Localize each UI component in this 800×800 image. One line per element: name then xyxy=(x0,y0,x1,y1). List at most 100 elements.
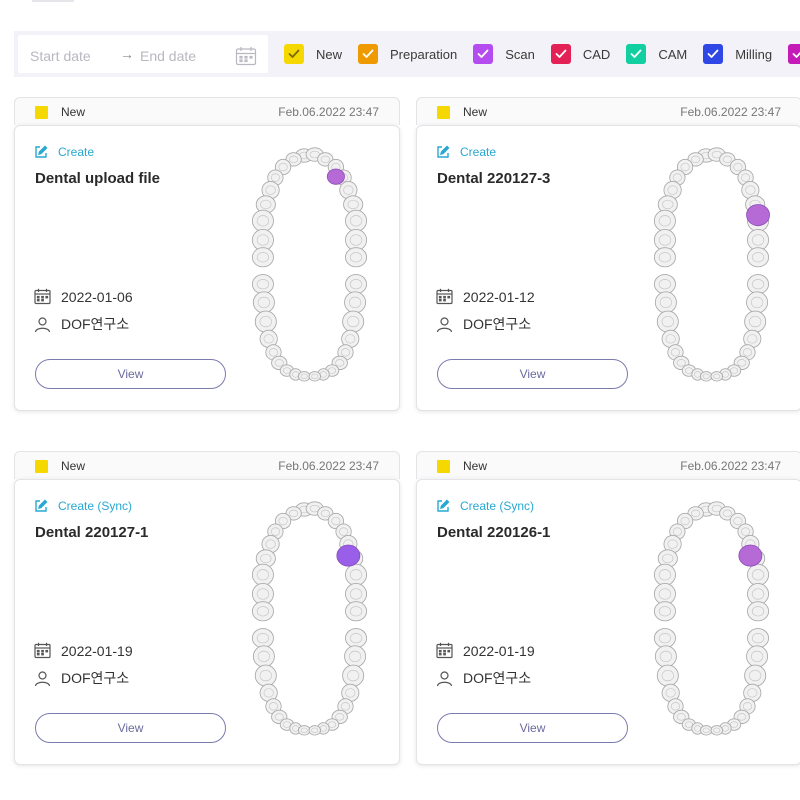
tooth[interactable] xyxy=(656,664,679,687)
create-action[interactable]: Create (Sync) xyxy=(436,499,534,513)
filter-preparation[interactable]: Preparation xyxy=(358,44,457,64)
tooth[interactable] xyxy=(251,209,274,232)
create-label: Create xyxy=(460,145,497,159)
check-icon xyxy=(362,49,374,58)
start-date-input[interactable]: Start date xyxy=(30,48,91,64)
tooth[interactable] xyxy=(653,209,676,232)
selected-tooth[interactable] xyxy=(326,168,345,185)
date-row: 2022-01-12 xyxy=(436,288,535,305)
tooth[interactable] xyxy=(746,645,769,668)
check-icon xyxy=(792,51,800,58)
filter-checkbox[interactable] xyxy=(788,44,800,64)
tooth[interactable] xyxy=(653,628,676,649)
tooth[interactable] xyxy=(251,274,274,295)
tooth[interactable] xyxy=(653,274,676,295)
date-range-picker[interactable]: Start date → End date xyxy=(18,35,268,73)
view-button[interactable]: View xyxy=(437,713,628,743)
tooth[interactable] xyxy=(744,310,767,333)
create-action[interactable]: Create (Sync) xyxy=(34,499,132,513)
edit-icon xyxy=(437,145,450,158)
dental-chart xyxy=(653,147,770,382)
tooth[interactable] xyxy=(254,310,277,333)
tooth[interactable] xyxy=(252,291,275,314)
tooth[interactable] xyxy=(747,628,770,649)
view-button[interactable]: View xyxy=(35,713,226,743)
case-card: New Feb.06.2022 23:47 Create Dental uplo… xyxy=(14,97,400,411)
filter-label: Scan xyxy=(505,46,535,62)
tooth[interactable] xyxy=(744,664,767,687)
tooth[interactable] xyxy=(344,645,367,668)
status-label: New xyxy=(61,459,86,473)
dental-chart xyxy=(251,147,368,382)
filter-checkbox[interactable] xyxy=(703,44,724,64)
view-button[interactable]: View xyxy=(35,359,226,389)
tooth[interactable] xyxy=(700,725,713,736)
case-title: Dental 220127-1 xyxy=(35,524,149,541)
status-color-square xyxy=(437,106,450,119)
create-action[interactable]: Create xyxy=(34,145,94,159)
tooth[interactable] xyxy=(251,247,274,268)
calendar-icon xyxy=(436,288,453,305)
selected-tooth[interactable] xyxy=(738,544,763,567)
check-icon xyxy=(630,49,642,58)
lab-name: DOF연구소 xyxy=(61,316,130,332)
tooth[interactable] xyxy=(345,209,368,232)
tooth[interactable] xyxy=(710,725,723,736)
filter-checkbox[interactable] xyxy=(626,44,647,64)
tooth[interactable] xyxy=(345,274,368,295)
filter-checkbox[interactable] xyxy=(284,44,304,64)
tooth[interactable] xyxy=(747,563,770,586)
tooth[interactable] xyxy=(298,725,311,736)
filter-cam[interactable]: CAM xyxy=(626,44,687,64)
tooth[interactable] xyxy=(251,628,274,649)
tooth[interactable] xyxy=(654,645,677,668)
end-date-input[interactable]: End date xyxy=(140,48,196,64)
tooth[interactable] xyxy=(345,247,368,268)
case-title: Dental upload file xyxy=(35,170,161,187)
tooth[interactable] xyxy=(252,645,275,668)
filter-cad[interactable]: CAD xyxy=(550,44,610,64)
calendar-icon[interactable] xyxy=(235,46,257,66)
filter-checkbox[interactable] xyxy=(358,44,379,64)
tooth[interactable] xyxy=(654,291,677,314)
tooth[interactable] xyxy=(345,601,368,622)
tooth[interactable] xyxy=(747,601,770,622)
tooth[interactable] xyxy=(298,371,311,382)
tooth[interactable] xyxy=(656,310,679,333)
filter-checkbox[interactable] xyxy=(550,44,571,64)
tooth[interactable] xyxy=(653,563,676,586)
create-action[interactable]: Create xyxy=(436,145,496,159)
tooth[interactable] xyxy=(344,291,367,314)
filter-new[interactable]: New xyxy=(284,44,342,64)
tooth[interactable] xyxy=(251,601,274,622)
tooth[interactable] xyxy=(746,291,769,314)
selected-tooth[interactable] xyxy=(336,544,361,567)
case-date: 2022-01-06 xyxy=(61,288,133,305)
tooth[interactable] xyxy=(653,601,676,622)
tooth[interactable] xyxy=(345,628,368,649)
tooth[interactable] xyxy=(308,725,321,736)
selected-tooth[interactable] xyxy=(746,204,770,226)
create-label: Create (Sync) xyxy=(460,499,535,513)
filter-checkbox[interactable] xyxy=(473,44,494,64)
tooth[interactable] xyxy=(700,371,713,382)
filter-milling[interactable]: Milling xyxy=(703,44,772,64)
view-button[interactable]: View xyxy=(437,359,628,389)
create-label: Create (Sync) xyxy=(58,499,133,513)
status-label: New xyxy=(61,105,86,119)
case-title: Dental 220126-1 xyxy=(437,524,551,541)
tooth[interactable] xyxy=(254,664,277,687)
tooth[interactable] xyxy=(251,563,274,586)
tooth[interactable] xyxy=(345,563,368,586)
tooth[interactable] xyxy=(653,247,676,268)
tooth[interactable] xyxy=(308,371,321,382)
tooth[interactable] xyxy=(342,664,365,687)
card-timestamp: Feb.06.2022 23:47 xyxy=(680,105,781,119)
tooth[interactable] xyxy=(747,247,770,268)
filter-extra[interactable] xyxy=(788,44,800,64)
filter-scan[interactable]: Scan xyxy=(473,44,535,64)
calendar-icon xyxy=(34,642,51,659)
tooth[interactable] xyxy=(710,371,723,382)
tooth[interactable] xyxy=(342,310,365,333)
tooth[interactable] xyxy=(747,274,770,295)
